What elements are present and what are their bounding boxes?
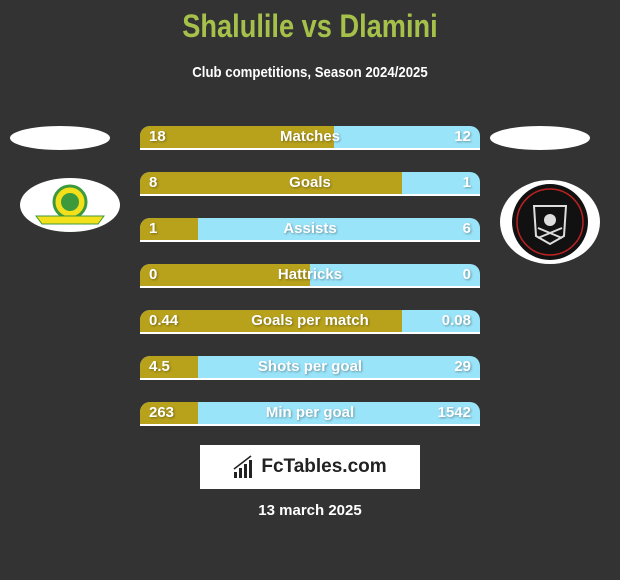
stat-label: Min per goal [265, 404, 355, 421]
stat-row-shots-per-goal: Shots per goal 4.5 29 [140, 356, 480, 380]
page-subtitle: Club competitions, Season 2024/2025 [192, 64, 428, 81]
match-date: 13 march 2025 [258, 502, 362, 519]
pirates-crest-icon [512, 184, 588, 260]
stat-row-hattricks: Hattricks 0 0 [140, 264, 480, 288]
fctables-logo[interactable]: FcTables.com [200, 445, 420, 489]
left-value: 0 [149, 266, 158, 283]
bar-chart-icon [233, 455, 253, 478]
stat-row-assists: Assists 1 6 [140, 218, 480, 242]
left-value: 263 [149, 404, 175, 421]
left-value: 8 [149, 174, 158, 191]
stat-row-goals: Goals 8 1 [140, 172, 480, 196]
right-value: 6 [462, 220, 471, 237]
stat-row-matches: Matches 18 12 [140, 126, 480, 150]
stat-row-min-per-goal: Min per goal 263 1542 [140, 402, 480, 426]
left-value: 4.5 [149, 358, 170, 375]
brand-name: FcTables.com [261, 456, 387, 477]
page-title: Shalulile vs Dlamini [182, 8, 438, 44]
right-value: 1 [462, 174, 471, 191]
right-club-logo[interactable] [500, 180, 600, 264]
right-value: 29 [454, 358, 471, 375]
stat-label: Goals [289, 174, 331, 191]
left-club-logo[interactable] [20, 178, 120, 232]
right-value: 0 [462, 266, 471, 283]
stat-label: Shots per goal [257, 358, 363, 375]
stat-row-goals-per-match: Goals per match 0.44 0.08 [140, 310, 480, 334]
right-value: 0.08 [441, 312, 471, 329]
left-value: 18 [149, 128, 166, 145]
stat-label: Matches [279, 128, 341, 145]
right-player-oval [490, 126, 590, 150]
stat-label: Assists [283, 220, 337, 237]
stat-label: Hattricks [277, 266, 343, 283]
right-value: 1542 [437, 404, 471, 421]
sundowns-crest-icon [35, 184, 105, 225]
right-value: 12 [454, 128, 471, 145]
left-player-oval [10, 126, 110, 150]
stat-label: Goals per match [251, 312, 369, 329]
left-value: 0.44 [149, 312, 179, 329]
left-value: 1 [149, 220, 158, 237]
